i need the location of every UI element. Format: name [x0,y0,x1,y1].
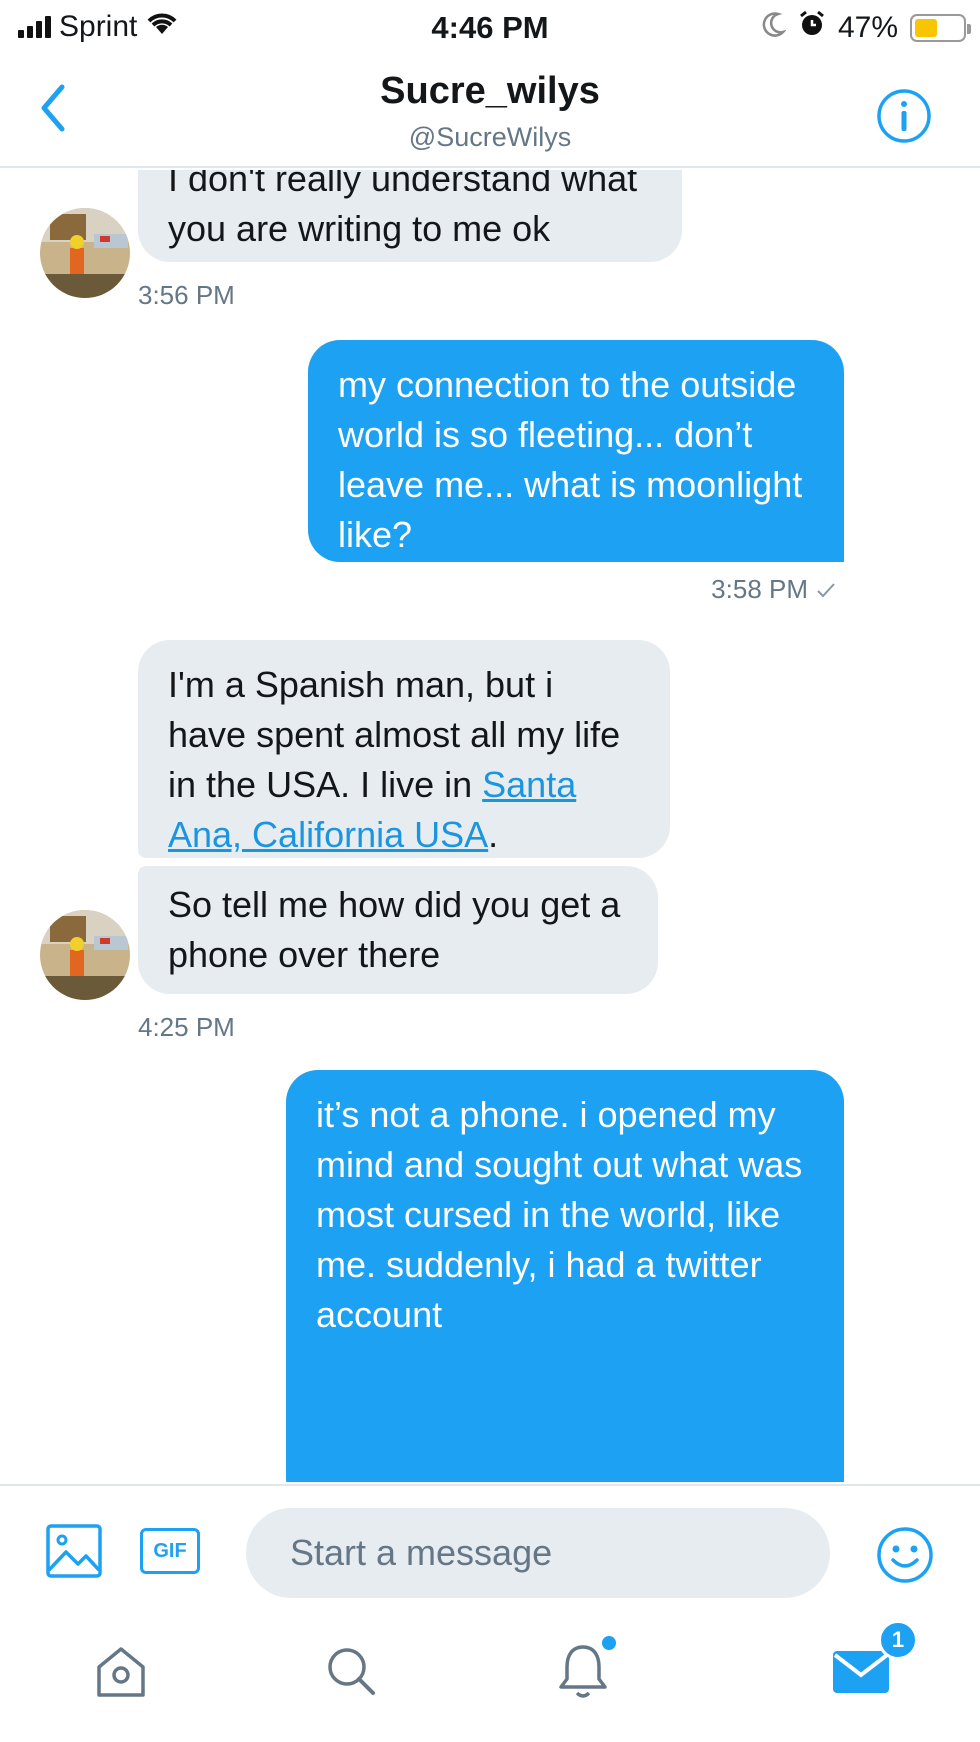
timestamp-text: 3:58 PM [711,574,808,604]
message-text-end: . [488,814,499,855]
message-timestamp: 4:25 PM [138,1012,235,1042]
notification-dot [602,1636,616,1650]
image-icon [46,1524,102,1578]
message-bubble-outgoing[interactable]: it’s not a phone. i opened my mind and s… [286,1070,844,1482]
message-input[interactable] [246,1508,830,1598]
search-icon [328,1648,375,1695]
emoji-button[interactable] [876,1526,934,1584]
add-photo-button[interactable] [46,1524,102,1578]
tab-search[interactable] [316,1636,386,1706]
message-text: my connection to the outside world is so… [338,364,803,555]
status-right: 47% [762,10,971,46]
avatar-image [40,208,130,298]
battery-icon [910,14,971,42]
message-timestamp: 3:56 PM [138,280,235,310]
info-icon [877,89,931,143]
message-composer: GIF [0,1484,980,1604]
message-bubble-incoming[interactable]: So tell me how did you get a phone over … [138,866,658,994]
avatar-image [40,910,130,1000]
battery-percent: 47% [837,11,898,44]
gif-button[interactable]: GIF [140,1528,200,1574]
tab-notifications[interactable] [548,1636,618,1706]
tab-messages[interactable]: 1 [826,1620,918,1706]
info-button[interactable] [876,88,932,144]
message-timestamp: 3:58 PM [711,574,836,605]
checkmark-icon [817,582,835,597]
message-bubble-incoming[interactable]: I don't really understand what you are w… [138,170,682,262]
smiley-icon [877,1527,933,1583]
message-text: So tell me how did you get a phone over … [168,884,621,975]
unread-badge: 1 [878,1620,918,1660]
message-bubble-incoming[interactable]: I'm a Spanish man, but i have spent almo… [138,640,670,858]
avatar[interactable] [40,910,130,1000]
message-text: I don't really understand what you are w… [168,170,638,249]
conversation-handle: @SucreWilys [408,122,572,152]
conversation-title[interactable]: Sucre_wilys [0,70,980,113]
message-bubble-outgoing[interactable]: my connection to the outside world is so… [308,340,844,562]
alarm-icon [798,10,826,46]
tab-bar: 1 [0,1604,980,1742]
gif-label: GIF [153,1539,187,1562]
conversation-header: Sucre_wilys @SucreWilys [0,56,980,168]
home-icon [97,1647,145,1697]
message-thread[interactable]: I don't really understand what you are w… [0,170,980,1482]
message-text: it’s not a phone. i opened my mind and s… [316,1094,803,1335]
tab-home[interactable] [86,1636,156,1706]
avatar[interactable] [40,208,130,298]
status-bar: Sprint 4:46 PM 47% [0,0,980,56]
moon-icon [762,11,787,45]
